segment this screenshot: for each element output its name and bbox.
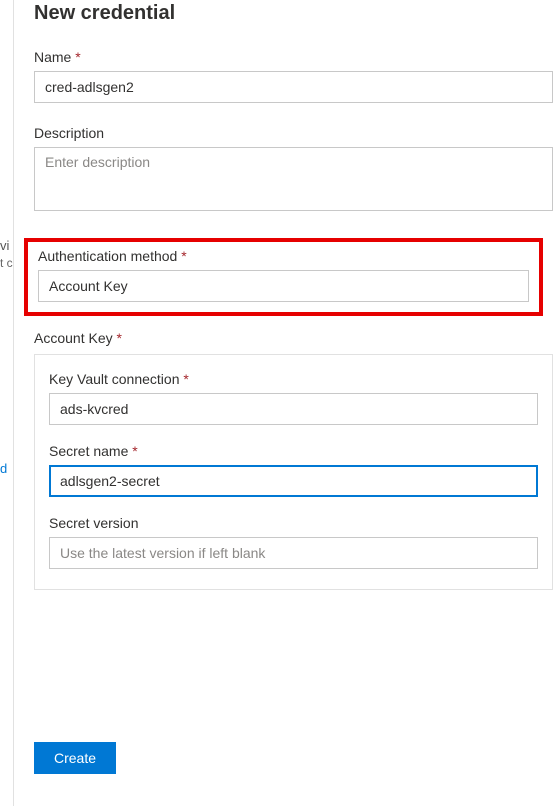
name-field-group: Name <box>34 49 553 103</box>
auth-method-highlight: Authentication method <box>24 238 543 316</box>
account-key-section: Account Key Key Vault connection Secret … <box>34 330 553 590</box>
background-panel-fragment: vi t c d <box>0 0 14 806</box>
account-key-box: Key Vault connection Secret name Secret … <box>34 354 553 590</box>
description-input[interactable] <box>34 147 553 211</box>
secret-name-field-group: Secret name <box>49 443 538 497</box>
footer-actions: Create <box>34 742 116 774</box>
auth-method-label: Authentication method <box>38 248 529 264</box>
description-field-group: Description <box>34 125 553 216</box>
auth-method-field-group: Authentication method <box>38 248 529 302</box>
bg-text-1: vi <box>0 238 9 253</box>
account-key-section-label: Account Key <box>34 330 553 346</box>
bg-text-2: t c <box>0 256 13 270</box>
name-label: Name <box>34 49 553 65</box>
secret-version-input[interactable] <box>49 537 538 569</box>
page-title: New credential <box>34 2 553 25</box>
secret-version-label: Secret version <box>49 515 538 531</box>
secret-name-label: Secret name <box>49 443 538 459</box>
secret-version-field-group: Secret version <box>49 515 538 569</box>
new-credential-panel: New credential Name Description Authenti… <box>14 0 553 806</box>
bg-text-3: d <box>0 461 7 476</box>
description-label: Description <box>34 125 553 141</box>
kv-connection-field-group: Key Vault connection <box>49 371 538 425</box>
auth-method-select[interactable] <box>38 270 529 302</box>
name-input[interactable] <box>34 71 553 103</box>
create-button[interactable]: Create <box>34 742 116 774</box>
kv-connection-select[interactable] <box>49 393 538 425</box>
kv-connection-label: Key Vault connection <box>49 371 538 387</box>
secret-name-select[interactable] <box>49 465 538 497</box>
